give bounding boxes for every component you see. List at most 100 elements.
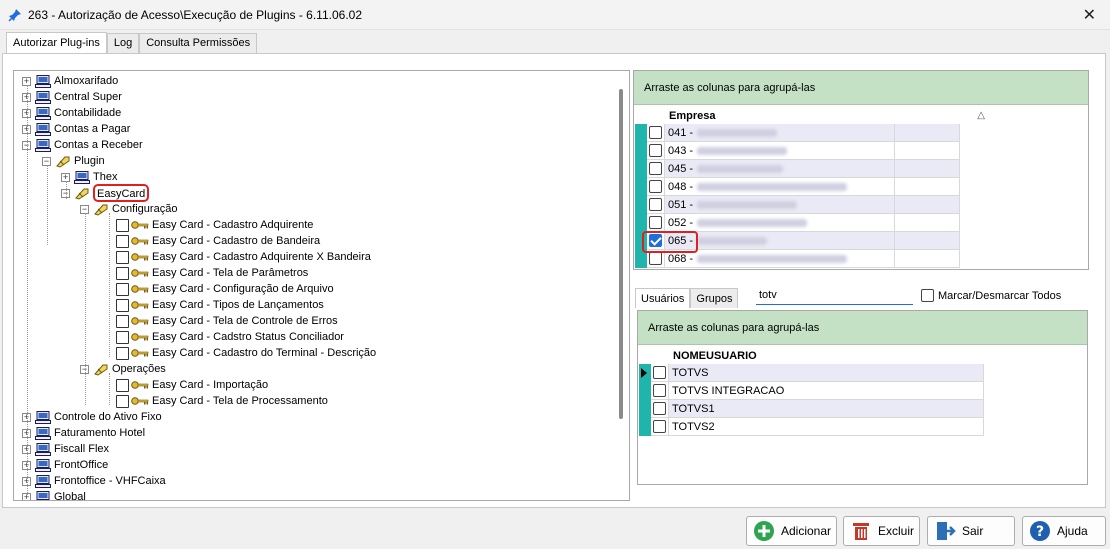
tree-item[interactable]: + Frontoffice - VHFCaixa [22,473,166,489]
tree-checkbox[interactable] [116,346,129,360]
row-checkbox[interactable] [653,366,666,379]
row-checkbox[interactable] [649,198,662,211]
row-checkbox-cell[interactable] [647,178,665,196]
tree-item-easycard[interactable]: − EasyCard [61,184,150,202]
tree-item[interactable]: + Fiscall Flex [22,441,109,457]
tab-log[interactable]: Log [106,33,140,53]
tree-item-config[interactable]: Easy Card - Tela de Parâmetros [116,265,308,281]
row-checkbox-cell[interactable] [647,196,665,214]
tree-item-label: Controle do Ativo Fixo [54,411,162,423]
user-row[interactable]: TOTVS INTEGRACAO [639,382,984,400]
row-checkbox[interactable] [649,126,662,139]
tree-item-label: Configuração [112,203,178,215]
empresa-row[interactable]: 045 - [635,160,960,178]
help-button-label: Ajuda [1057,524,1088,538]
svg-text:?: ? [1036,524,1044,540]
tree-item-config[interactable]: Easy Card - Cadastro do Terminal - Descr… [116,345,376,361]
tab-autorizar-plugins[interactable]: Autorizar Plug-ins [6,32,107,53]
tab-consulta-permissoes[interactable]: Consulta Permissões [139,33,258,53]
computer-icon [35,74,51,88]
plugin-tree[interactable]: + Almoxarifado + Central Super + Contabilidad… [13,70,630,501]
tree-item[interactable]: + Global [22,489,86,500]
tree-item-config[interactable]: Easy Card - Cadastro Adquirente [116,217,313,233]
tree-item-operacoes[interactable]: − Operações [80,361,166,377]
plugin-icon [94,204,108,216]
user-row[interactable]: TOTVS2 [639,418,984,436]
tree-checkbox[interactable] [116,250,129,264]
key-icon [131,221,149,229]
tree-checkbox[interactable] [116,298,129,312]
tab-usuarios[interactable]: Usuários [635,288,691,308]
tree-checkbox[interactable] [116,266,129,280]
row-checkbox[interactable] [649,216,662,229]
nomeusuario-column-header[interactable]: NOMEUSUARIO [670,347,985,364]
row-checkbox[interactable] [649,252,662,265]
tree-item[interactable]: + Central Super [22,89,122,105]
tree-checkbox[interactable] [116,394,129,408]
user-row[interactable]: TOTVS1 [639,400,984,418]
empresa-row[interactable]: 051 - [635,196,960,214]
tree-checkbox[interactable] [116,282,129,296]
add-button[interactable]: Adicionar [746,516,837,546]
tree-scrollbar[interactable] [619,89,623,419]
tree-item-operacao[interactable]: Easy Card - Tela de Processamento [116,393,328,409]
exit-button[interactable]: Sair [927,516,1015,546]
mark-all-checkbox[interactable]: Marcar/Desmarcar Todos [921,289,1061,302]
tree-item[interactable]: + Controle do Ativo Fixo [22,409,162,425]
key-icon [131,381,149,389]
tree-checkbox[interactable] [116,218,129,232]
selection-highlight [642,231,698,253]
delete-button[interactable]: Excluir [843,516,920,546]
tree-item[interactable]: + FrontOffice [22,457,108,473]
tab-grupos[interactable]: Grupos [690,288,739,308]
tree-item-thex[interactable]: + Thex [61,169,117,185]
row-checkbox[interactable] [653,420,666,433]
empresa-row[interactable]: 052 - [635,214,960,232]
row-checkbox[interactable] [653,384,666,397]
row-checkbox[interactable] [649,162,662,175]
tree-checkbox[interactable] [116,378,129,392]
help-button[interactable]: ? Ajuda [1022,516,1106,546]
tree-item-config[interactable]: Easy Card - Tela de Controle de Erros [116,313,338,329]
tree-item[interactable]: + Almoxarifado [22,73,118,89]
row-checkbox-cell[interactable] [647,142,665,160]
tree-connector [66,181,67,199]
tree-item-operacao[interactable]: Easy Card - Importação [116,377,268,393]
row-checkbox-cell[interactable] [651,382,669,400]
row-checkbox-cell[interactable] [651,400,669,418]
tree-item-label: Easy Card - Tela de Processamento [152,395,328,407]
tree-item-config[interactable]: Easy Card - Configuração de Arquivo [116,281,334,297]
row-checkbox-cell[interactable] [647,124,665,142]
search-input[interactable] [756,285,913,305]
row-checkbox[interactable] [649,144,662,157]
tree-checkbox[interactable] [116,234,129,248]
row-checkbox[interactable] [649,180,662,193]
row-checkbox-cell[interactable] [647,214,665,232]
close-icon[interactable]: ✕ [1083,5,1096,25]
user-row[interactable]: TOTVS [639,364,984,382]
row-checkbox-cell[interactable] [647,160,665,178]
tree-item-config[interactable]: Easy Card - Tipos de Lançamentos [116,297,324,313]
row-checkbox-cell[interactable] [651,364,669,382]
row-checkbox[interactable] [653,402,666,415]
empresa-row[interactable]: 043 - [635,142,960,160]
tree-checkbox[interactable] [116,330,129,344]
tree-item[interactable]: + Contas a Pagar [22,121,130,137]
row-checkbox-cell[interactable] [651,418,669,436]
mark-all-box[interactable] [921,289,934,302]
tree-item-configuracao[interactable]: − Configuração [80,201,177,217]
tree-item-config[interactable]: Easy Card - Cadstro Status Conciliador [116,329,344,345]
tree-item-config[interactable]: Easy Card - Cadastro de Bandeira [116,233,320,249]
row-indicator [639,364,651,382]
tree-checkbox[interactable] [116,314,129,328]
empresa-row[interactable]: 041 - [635,124,960,142]
tree-item-plugin[interactable]: − Plugin [42,153,105,169]
tree-item[interactable]: + Faturamento Hotel [22,425,145,441]
tree-item-config[interactable]: Easy Card - Cadastro Adquirente X Bandei… [116,249,371,265]
tree-item-label: Almoxarifado [54,75,119,87]
tree-item[interactable]: + Contabilidade [22,105,121,121]
empresa-cell: 045 - [665,160,895,178]
empresa-row[interactable]: 048 - [635,178,960,196]
empresa-column-header[interactable]: Empresa △ [665,107,991,124]
tree-item[interactable]: − Contas a Receber [22,137,143,153]
